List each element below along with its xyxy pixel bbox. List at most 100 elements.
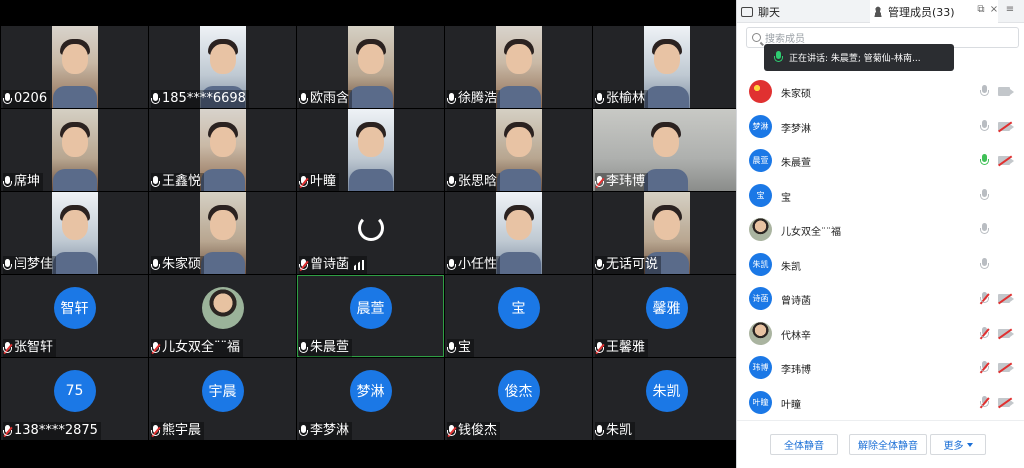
participant-tile[interactable]: 张榆林 [593,26,740,108]
participant-tile[interactable]: 75 138****2875 [1,358,148,440]
member-mic-muted-icon[interactable] [979,292,990,305]
member-camera-off-icon[interactable] [998,362,1014,373]
member-mic-icon[interactable] [980,188,989,202]
participant-tile[interactable]: 晨萱 朱晨萱 [297,275,444,357]
participant-tile[interactable]: 0206 [1,26,148,108]
participant-label: 钱俊杰 [447,422,501,440]
participant-tile[interactable]: 无话可说 [593,192,740,274]
member-name: 朱凯 [781,261,801,273]
mic-icon [447,92,456,106]
panel-tabs: 聊天 管理成员(33) ⧉ × ≡ [737,0,1024,23]
member-mic-muted-icon[interactable] [979,326,990,340]
member-search-placeholder: 搜索成员 [765,34,805,45]
participant-tile[interactable]: 闫梦佳 [1,192,148,274]
video-face [209,210,236,241]
menu-icon[interactable]: ≡ [1005,5,1015,15]
member-row[interactable]: 玮博 李玮博 [737,351,1024,385]
member-avatar [749,218,772,241]
participant-tile[interactable]: 智轩 张智轩 [1,275,148,357]
member-row[interactable]: 叶瞳 叶瞳 [737,386,1024,420]
participant-tile[interactable]: 小任性 [445,192,592,274]
member-row[interactable]: 宝宝 [737,179,1024,213]
participant-video [51,109,98,191]
participant-tile[interactable]: 曾诗菡 [297,192,444,274]
member-name: 曾诗菡 [781,296,811,307]
participant-tile[interactable]: 朱家硕 [149,192,296,274]
member-mic-icon[interactable] [980,119,989,133]
popout-icon[interactable]: ⧉ [976,5,986,15]
participant-tile[interactable]: 朱凯 朱凯 [593,358,740,440]
mic-icon [595,92,604,106]
mic-muted-icon [3,341,13,355]
mic-muted-icon [3,424,13,438]
participant-tile[interactable]: 宝宝 [445,275,592,357]
participant-tile[interactable]: 欧雨含 [297,26,444,108]
more-button[interactable]: 更多 [930,434,986,455]
unmute-all-button[interactable]: 解除全体静音 [849,434,927,455]
member-row[interactable]: 朱家硕 [737,75,1024,109]
member-row[interactable]: 梦淋 李梦淋 [737,110,1024,144]
member-row[interactable]: 晨萱 朱晨萱 [737,144,1024,178]
member-row[interactable]: 朱凯 朱凯 [737,248,1024,282]
participant-label: 王馨雅 [595,339,649,357]
member-camera-icon[interactable] [998,87,1014,96]
member-row[interactable]: 代林辛 [737,317,1024,351]
video-body [52,169,97,191]
member-mic-muted-icon[interactable] [979,395,990,409]
participant-tile[interactable]: 张思晗 [445,109,592,191]
participant-tile[interactable]: 馨雅 王馨雅 [593,275,740,357]
participant-avatar: 朱凯 [645,370,688,412]
participant-tile[interactable]: 王鑫悦 [149,109,296,191]
participant-tile[interactable]: 儿女双全¨¨福 [149,275,296,357]
participant-name: 欧雨含 [310,91,350,106]
mute-all-button[interactable]: 全体静音 [770,434,838,455]
member-row[interactable]: 儿女双全¨¨福 [737,213,1024,247]
participant-label: 王鑫悦 [151,173,205,191]
participant-label: 张智轩 [3,339,57,357]
member-mic-icon[interactable] [980,223,989,236]
participant-name: 朱晨萱 [310,340,350,355]
member-camera-off-icon[interactable] [998,293,1014,304]
close-icon[interactable]: × [989,5,999,15]
member-avatar: 叶瞳 [749,390,772,414]
participant-tile[interactable]: 宇晨 熊宇晨 [149,358,296,440]
video-body [496,86,541,108]
participant-tile[interactable]: 徐腾浩 [445,26,592,108]
participant-video [347,26,394,108]
participant-tile[interactable]: 俊杰钱俊杰 [445,358,592,440]
participant-avatar: 宇晨 [201,370,244,412]
participant-name: 李玮博 [606,174,646,189]
more-label: 更多 [943,441,964,452]
member-camera-off-icon[interactable] [998,121,1014,132]
participant-label: 朱家硕 [151,256,205,274]
video-body [200,252,245,274]
member-name: 宝 [781,192,791,204]
member-mic-icon[interactable] [980,85,989,98]
member-camera-off-icon[interactable] [998,328,1014,339]
participant-label: 张榆林 [595,90,649,108]
mic-icon [151,258,160,272]
participant-tile[interactable]: 叶瞳 [297,109,444,191]
participant-tile[interactable]: 185****6698 [149,26,296,108]
member-mic-icon[interactable] [980,257,989,271]
mic-muted-icon [151,341,161,355]
participant-name: 无话可说 [606,257,659,272]
mic-muted-icon [595,175,605,189]
tab-chat-label: 聊天 [758,5,780,19]
member-camera-off-icon[interactable] [998,397,1014,408]
participant-label: 欧雨含 [299,90,353,108]
member-row[interactable]: 诗菡 曾诗菡 [737,282,1024,316]
member-mic-muted-icon[interactable] [979,361,990,374]
member-mic-icon[interactable] [980,154,989,167]
participant-name: 朱家硕 [162,257,202,272]
member-camera-off-icon[interactable] [998,155,1014,166]
participant-label: 小任性 [447,256,501,274]
participant-avatar: 俊杰 [497,370,540,412]
video-face [505,210,532,241]
participant-tile[interactable]: 席坤 [1,109,148,191]
participant-tile[interactable]: 梦淋 李梦淋 [297,358,444,440]
participant-tile[interactable]: 李玮博 [593,109,740,191]
video-grid-area: 0206 185****6698 欧雨含 徐腾浩 张榆林席坤 王鑫悦 叶瞳 张思晗 李玮博闫梦佳… [0,0,740,468]
tab-chat[interactable]: 聊天 [741,0,869,23]
mic-icon [3,175,12,189]
